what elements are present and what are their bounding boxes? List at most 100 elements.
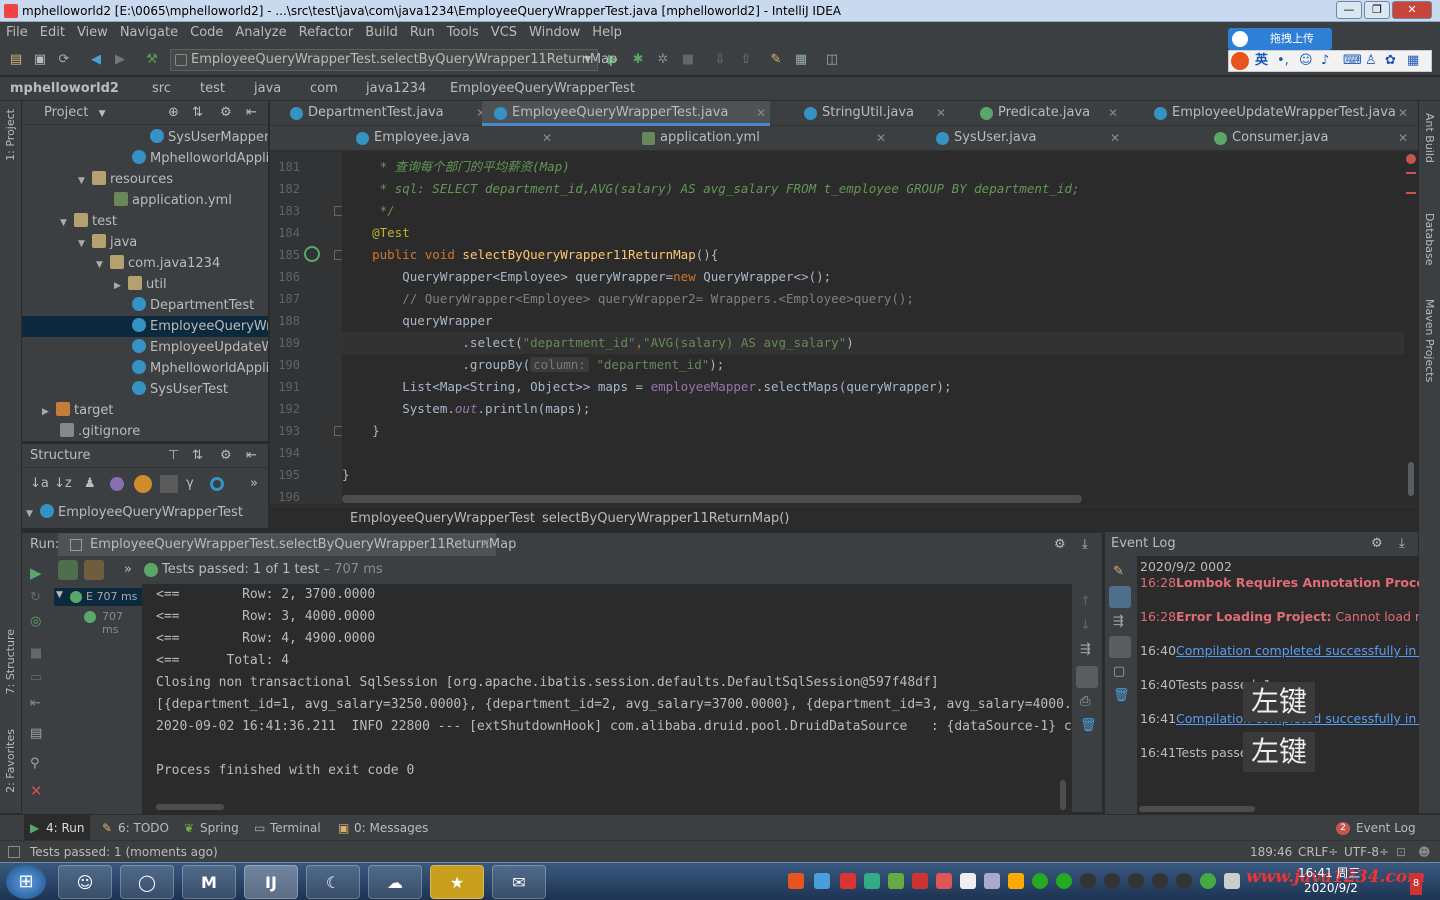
forward-arrow-icon[interactable]: ▶ xyxy=(112,52,128,68)
tree-item[interactable]: DepartmentTest xyxy=(22,295,268,316)
run-console[interactable]: <== Row: 2, 3700.0000 <== Row: 3, 4000.0… xyxy=(142,584,1072,812)
commit-icon[interactable]: ⇧ xyxy=(738,52,754,68)
inherited-icon[interactable]: ♟ xyxy=(84,476,96,491)
properties-icon[interactable] xyxy=(110,477,124,491)
tray-red-icon[interactable] xyxy=(840,873,856,889)
save-all-icon[interactable]: ▣ xyxy=(32,52,48,68)
tree-item[interactable]: SysUserMapper xyxy=(22,127,268,148)
run-configuration-select[interactable]: EmployeeQueryWrapperTest.selectByQueryWr… xyxy=(170,49,617,71)
close-icon[interactable]: ✕ xyxy=(1398,126,1408,150)
tab-application-yml[interactable]: application.yml ✕ xyxy=(630,126,890,151)
upload-widget[interactable]: 拖拽上传 xyxy=(1228,28,1332,50)
tab-todo[interactable]: 6: TODO xyxy=(118,815,169,841)
menu-refactor[interactable]: Refactor xyxy=(293,22,360,44)
soft-wrap-icon[interactable]: ⇶ xyxy=(1113,614,1124,629)
back-arrow-icon[interactable]: ◀ xyxy=(88,52,104,68)
close-icon[interactable]: ✕ xyxy=(1108,101,1118,125)
emoji-icon[interactable]: ☺ xyxy=(1299,51,1313,71)
close-window-button[interactable]: ✕ xyxy=(1392,1,1432,19)
gear-icon[interactable]: ⚙ xyxy=(1371,532,1383,556)
project-tool-window-button[interactable]: 1: Project xyxy=(4,109,17,161)
breadcrumb-java[interactable]: java xyxy=(254,77,281,101)
expand-arrow-icon[interactable]: ▼ xyxy=(78,171,92,190)
dump-threads-icon[interactable]: ▤ xyxy=(30,726,42,741)
tree-item[interactable]: MphelloworldApplic xyxy=(22,358,268,379)
expand-arrow-icon[interactable]: ▼ xyxy=(56,590,63,600)
hide-icon[interactable]: ⇤ xyxy=(246,101,257,125)
horizontal-scrollbar[interactable] xyxy=(1139,806,1255,812)
tree-item[interactable]: ▶ util xyxy=(22,274,268,295)
toggle-autotest-icon[interactable]: ◎ xyxy=(30,614,41,629)
clock-time[interactable]: 16:41 周三 xyxy=(1298,864,1360,881)
down-arrow-icon[interactable]: ↓ xyxy=(1080,618,1091,633)
build-hammer-icon[interactable]: ⚒ xyxy=(144,52,160,68)
tab-department-test[interactable]: DepartmentTest.java ✕ xyxy=(278,101,490,126)
debug-icon[interactable]: ✱ xyxy=(630,52,646,68)
file-encoding[interactable]: UTF-8÷ xyxy=(1344,841,1389,863)
tab-messages[interactable]: 0: Messages xyxy=(354,815,428,841)
close-icon[interactable]: ✕ xyxy=(1398,101,1408,125)
fields-icon[interactable] xyxy=(134,475,152,493)
expand-arrow-icon[interactable]: ▼ xyxy=(96,255,110,274)
breadcrumb-class[interactable]: EmployeeQueryWrapperTest xyxy=(450,77,635,101)
tree-item-selected[interactable]: EmployeeQueryWra xyxy=(22,316,268,337)
taskbar-app-wechat[interactable]: ✉ xyxy=(492,865,546,899)
menu-run[interactable]: Run xyxy=(404,22,441,44)
run-test-gutter-icon[interactable] xyxy=(304,246,320,262)
up-arrow-icon[interactable]: ↑ xyxy=(1080,594,1091,609)
punctuation-icon[interactable]: •, xyxy=(1277,51,1289,71)
maven-projects-button[interactable]: Maven Projects xyxy=(1423,299,1436,382)
project-structure-icon[interactable]: ▦ xyxy=(793,52,809,68)
menu-window[interactable]: Window xyxy=(523,22,586,44)
tray-qq-icon[interactable] xyxy=(1104,873,1120,889)
taskbar-app-browser[interactable]: ◯ xyxy=(120,865,174,899)
menu-help[interactable]: Help xyxy=(586,22,628,44)
settings-icon[interactable]: ✎ xyxy=(1113,564,1124,579)
code-editor[interactable]: * 查询每个部门的平均薪资(Map) * sql: SELECT departm… xyxy=(342,152,1408,504)
gear-icon[interactable]: ⚙ xyxy=(220,444,232,468)
tree-item[interactable]: ▼ com.java1234 xyxy=(22,253,268,274)
taskbar-app-intellij[interactable]: IJ xyxy=(244,865,298,899)
tray-qq-icon[interactable] xyxy=(1176,873,1192,889)
tree-item[interactable]: ▼ test xyxy=(22,211,268,232)
expand-all-icon[interactable]: ⊤ xyxy=(168,444,179,468)
tray-box-icon[interactable] xyxy=(814,873,830,889)
tools-grid-icon[interactable]: ▦ xyxy=(1407,51,1419,71)
tree-item[interactable]: MphelloworldApplic xyxy=(22,148,268,169)
menu-build[interactable]: Build xyxy=(359,22,404,44)
error-mark[interactable] xyxy=(1406,192,1416,194)
user-icon[interactable]: ♙ xyxy=(1365,51,1377,71)
open-folder-icon[interactable]: ▤ xyxy=(8,52,24,68)
update-icon[interactable]: ⇩ xyxy=(712,52,728,68)
maximize-button[interactable]: ❐ xyxy=(1364,1,1390,19)
ime-language-toggle[interactable]: 英 xyxy=(1255,51,1268,71)
editor-breadcrumb-method[interactable]: selectByQueryWrapper11ReturnMap() xyxy=(542,507,789,531)
tray-nvidia-icon[interactable] xyxy=(888,873,904,889)
gear-icon[interactable]: ⚙ xyxy=(1054,533,1066,557)
taskbar-app-cloud[interactable]: ☁ xyxy=(368,865,422,899)
rerun-icon[interactable]: ▶ xyxy=(30,564,42,582)
expand-arrow-icon[interactable]: ▼ xyxy=(60,213,74,232)
start-button[interactable]: ⊞ xyxy=(6,865,46,899)
close-icon[interactable]: ✕ xyxy=(542,126,552,150)
tab-string-util[interactable]: StringUtil.java ✕ xyxy=(792,101,950,126)
tab-employee[interactable]: Employee.java ✕ xyxy=(344,126,556,151)
close-icon[interactable]: ✕ xyxy=(756,101,766,125)
clear-all-icon[interactable]: 🗑 xyxy=(1080,718,1097,733)
tab-predicate[interactable]: Predicate.java ✕ xyxy=(968,101,1122,126)
menu-vcs[interactable]: VCS xyxy=(485,22,523,44)
stop-icon[interactable]: ■ xyxy=(30,646,42,661)
database-button[interactable]: Database xyxy=(1423,213,1436,266)
more-icon[interactable]: » xyxy=(124,556,132,584)
scroll-to-end-icon[interactable] xyxy=(1109,636,1131,658)
exit-icon[interactable]: ⇤ xyxy=(30,696,41,711)
close-icon[interactable]: ✕ xyxy=(480,533,491,557)
lock-icon[interactable]: ⊡ xyxy=(1396,841,1406,863)
close-icon[interactable]: ✕ xyxy=(30,782,43,800)
favorites-tool-window-button[interactable]: 2: Favorites xyxy=(4,729,17,793)
tray-wechat-icon[interactable] xyxy=(1056,873,1072,889)
event-link[interactable]: Compilation completed successfully in 6 … xyxy=(1176,643,1419,658)
tray-qq-icon[interactable] xyxy=(1128,873,1144,889)
menu-tools[interactable]: Tools xyxy=(441,22,485,44)
horizontal-scrollbar[interactable] xyxy=(342,495,1082,503)
